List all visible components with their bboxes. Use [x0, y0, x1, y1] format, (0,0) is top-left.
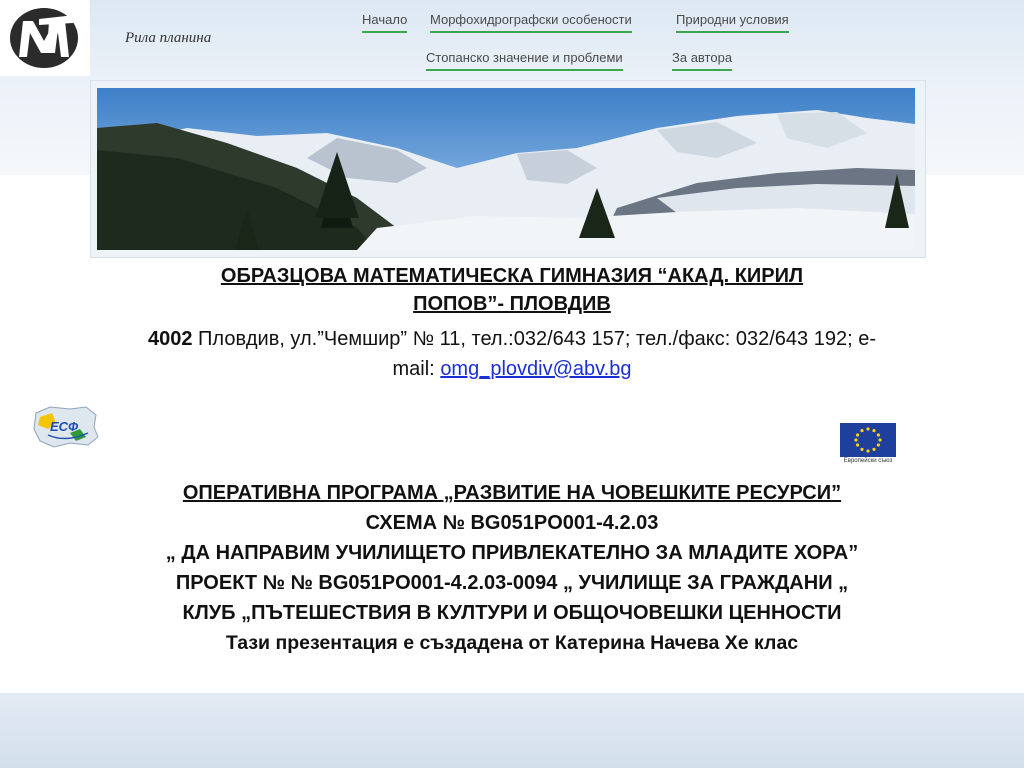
footer-background [0, 693, 1024, 768]
esf-logo-icon: ЕСФ [33, 406, 99, 448]
nav-economic-significance-link[interactable]: Стопанско значение и проблеми [426, 50, 623, 71]
esf-logo-text: ЕСФ [50, 419, 79, 434]
school-address: 4002 Пловдив, ул.”Чемшир” № 11, тел.:032… [40, 324, 984, 384]
program-line4: ПРОЕКТ № № BG051PO001-4.2.03-0094 „ УЧИЛ… [175, 572, 849, 594]
nav-about-author-link[interactable]: За автора [672, 50, 733, 71]
address-line2: mail: omg_plovdiv@abv.bg [40, 354, 984, 384]
postcode: 4002 [148, 328, 193, 350]
program-line2: СХЕМА № BG051PO001-4.2.03 [365, 512, 659, 534]
address-text: Пловдив, ул.”Чемшир” № 11, тел.:032/643 … [192, 328, 876, 350]
eu-caption: Европейски съюз [843, 458, 893, 464]
email-link[interactable]: omg_plovdiv@abv.bg [440, 358, 631, 380]
program-line6: Тази презентация е създадена от Катерина… [225, 632, 799, 654]
program-line3: „ ДА НАПРАВИМ УЧИЛИЩЕТО ПРИВЛЕКАТЕЛНО ЗА… [165, 542, 859, 564]
program-info: ОПЕРАТИВНА ПРОГРАМА „РАЗВИТИЕ НА ЧОВЕШКИ… [40, 478, 984, 658]
nav-morphohydrography-link[interactable]: Морфохидрографски особености [430, 12, 632, 33]
school-name-line2: ПОПОВ”- ПЛОВДИВ [413, 293, 611, 315]
site-title: Рила планина [125, 30, 212, 46]
mail-label: mail: [392, 358, 441, 380]
nav-home-link[interactable]: Начало [362, 12, 408, 33]
school-name: ОБРАЗЦОВА МАТЕМАТИЧЕСКА ГИМНАЗИЯ “АКАД. … [40, 262, 984, 318]
school-name-line1: ОБРАЗЦОВА МАТЕМАТИЧЕСКА ГИМНАЗИЯ “АКАД. … [220, 265, 804, 287]
program-line5: КЛУБ „ПЪТЕШЕСТВИЯ В КУЛТУРИ И ОБЩОЧОВЕШК… [182, 602, 842, 624]
nav-natural-conditions-link[interactable]: Природни условия [676, 12, 789, 33]
program-line1: ОПЕРАТИВНА ПРОГРАМА „РАЗВИТИЕ НА ЧОВЕШКИ… [182, 482, 842, 504]
mountain-banner-image [97, 88, 915, 250]
school-logo-icon[interactable] [9, 7, 79, 69]
address-line1: 4002 Пловдив, ул.”Чемшир” № 11, тел.:032… [40, 324, 984, 354]
